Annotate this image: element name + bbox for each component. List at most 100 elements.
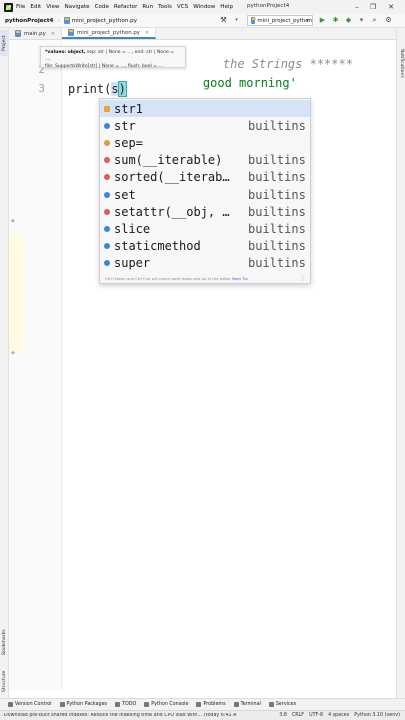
completion-item-source: builtins bbox=[248, 256, 306, 271]
hammer-user-icon[interactable]: ⚒ bbox=[219, 16, 228, 25]
tab-main-py[interactable]: main.py ✕ bbox=[9, 28, 62, 39]
minimize-icon[interactable]: – bbox=[352, 2, 362, 12]
gear-icon[interactable]: ⚙ bbox=[384, 16, 393, 25]
run-icon[interactable]: ▶ bbox=[318, 16, 327, 25]
completion-item[interactable]: staticmethod builtins bbox=[100, 238, 310, 255]
run-configuration-select[interactable]: mini_project_python ▾ bbox=[247, 15, 313, 26]
fold-marker-icon[interactable]: ◆ bbox=[11, 350, 15, 356]
completion-popup: str1 str builtins sep= sum(__iterable) builti… bbox=[99, 98, 311, 284]
completion-item[interactable]: setattr(__obj, … builtins bbox=[100, 203, 310, 220]
line-separator[interactable]: CRLF bbox=[292, 713, 304, 718]
dropdown-caret-icon[interactable]: ▾ bbox=[232, 16, 241, 25]
tab-mini-project-python[interactable]: mini_project_python.py ✕ bbox=[62, 28, 157, 39]
indent-setting[interactable]: 4 spaces bbox=[328, 713, 349, 718]
breadcrumb-file[interactable]: mini_project_python.py bbox=[72, 18, 137, 24]
var-kind-icon bbox=[104, 105, 110, 112]
menu-tools[interactable]: Tools bbox=[158, 4, 172, 10]
close-window-icon[interactable]: ✕ bbox=[386, 2, 396, 12]
more-options-icon[interactable]: ⋮ bbox=[300, 273, 306, 284]
fn-kind-icon bbox=[104, 157, 110, 164]
completion-item[interactable]: sorted(__iterab… builtins bbox=[100, 169, 310, 186]
completion-item[interactable]: str1 bbox=[100, 100, 310, 117]
status-message[interactable]: Download pre-built shared indexes: Reduc… bbox=[4, 713, 279, 718]
completion-item-name: slice bbox=[114, 221, 151, 236]
notifications-tool-tab[interactable]: Notifications bbox=[397, 42, 405, 84]
completion-item[interactable]: slice builtins bbox=[100, 220, 310, 237]
tool-label: Python Packages bbox=[66, 702, 108, 707]
completion-item-source: builtins bbox=[248, 153, 306, 168]
tool-label: Problems bbox=[203, 702, 226, 707]
python-packages-button[interactable]: Python Packages bbox=[59, 702, 108, 707]
menu-window[interactable]: Window bbox=[193, 4, 215, 10]
menu-vcs[interactable]: VCS bbox=[177, 4, 188, 10]
close-tab-icon[interactable]: ✕ bbox=[145, 30, 149, 36]
list-icon bbox=[115, 702, 121, 707]
chevron-down-icon: ▾ bbox=[305, 17, 309, 24]
project-tool-tab[interactable]: Project bbox=[0, 30, 9, 56]
caret-position[interactable]: 3:8 bbox=[279, 713, 287, 718]
completion-item[interactable]: str builtins bbox=[100, 117, 310, 134]
fold-marker-icon[interactable]: ◆ bbox=[11, 218, 15, 224]
pycharm-logo-icon bbox=[4, 2, 13, 12]
completion-item[interactable]: sep= bbox=[100, 134, 310, 151]
menu-refactor[interactable]: Refactor bbox=[114, 4, 137, 10]
run-config-label: mini_project_python bbox=[257, 17, 312, 24]
services-icon bbox=[268, 702, 274, 707]
completion-item-name: sum(__iterable) bbox=[114, 153, 223, 168]
completion-item-name: str1 bbox=[114, 101, 143, 116]
menu-run[interactable]: Run bbox=[142, 4, 153, 10]
structure-tool-tab[interactable]: Structure bbox=[0, 666, 9, 696]
close-tab-icon[interactable]: ✕ bbox=[51, 31, 55, 37]
right-tool-strip: Notifications bbox=[396, 28, 405, 698]
menu-help[interactable]: Help bbox=[220, 4, 233, 10]
python-console-button[interactable]: Python Console bbox=[144, 702, 188, 707]
tool-label: Services bbox=[275, 702, 297, 707]
completion-item-name: sep= bbox=[114, 135, 143, 150]
tab-label: mini_project_python.py bbox=[77, 29, 140, 36]
menu-code[interactable]: Code bbox=[95, 4, 109, 10]
menu-navigate[interactable]: Navigate bbox=[65, 4, 90, 10]
next-tip-link[interactable]: Next Tip bbox=[232, 276, 248, 281]
breadcrumb-project[interactable]: pythonProject4 bbox=[5, 18, 53, 24]
completion-item[interactable]: sum(__iterable) builtins bbox=[100, 152, 310, 169]
bookmarks-tool-tab[interactable]: Bookmarks bbox=[0, 624, 9, 660]
python-interpreter[interactable]: Python 3.10 (venv) bbox=[354, 713, 400, 718]
completion-item[interactable]: super builtins bbox=[100, 255, 310, 272]
param-current: *values: object, bbox=[45, 50, 86, 55]
tool-label: Version Control bbox=[15, 702, 52, 707]
services-button[interactable]: Services bbox=[268, 702, 297, 707]
todo-button[interactable]: TODO bbox=[115, 702, 136, 707]
cls-kind-icon bbox=[104, 122, 110, 129]
coverage-icon[interactable]: ◆ bbox=[344, 16, 353, 25]
line-number: 3 bbox=[38, 82, 45, 95]
completion-item[interactable]: set builtins bbox=[100, 186, 310, 203]
restore-icon[interactable]: ❐ bbox=[368, 2, 378, 12]
breadcrumb: pythonProject4 › mini_project_python.py bbox=[5, 17, 137, 24]
menu-edit[interactable]: Edit bbox=[30, 4, 41, 10]
fn-kind-icon bbox=[104, 208, 110, 215]
debug-icon[interactable]: ✱ bbox=[331, 16, 340, 25]
more-run-icon[interactable]: ▾ bbox=[357, 16, 366, 25]
completion-item-source: builtins bbox=[248, 221, 306, 236]
version-control-button[interactable]: Version Control bbox=[8, 702, 52, 707]
cls-kind-icon bbox=[104, 225, 110, 232]
terminal-button[interactable]: Terminal bbox=[233, 702, 261, 707]
menu-view[interactable]: View bbox=[46, 4, 59, 10]
tool-label: Python Console bbox=[151, 702, 189, 707]
search-icon[interactable]: ⌕ bbox=[370, 16, 379, 25]
completion-item-name: setattr(__obj, … bbox=[114, 204, 230, 219]
tool-label: Terminal bbox=[240, 702, 261, 707]
status-bar: Download pre-built shared indexes: Reduc… bbox=[0, 710, 405, 720]
window-title: pythonProject4 bbox=[247, 3, 290, 9]
typed-text: s bbox=[111, 82, 119, 96]
file-encoding[interactable]: UTF-8 bbox=[309, 713, 323, 718]
python-file-icon bbox=[251, 17, 257, 24]
gutter-highlight bbox=[9, 236, 23, 350]
fn-kind-icon bbox=[104, 174, 110, 181]
warning-icon bbox=[196, 702, 202, 707]
menu-file[interactable]: File bbox=[16, 4, 25, 10]
param-line-1: *values: object, sep: str | None = ..., … bbox=[45, 49, 181, 63]
problems-button[interactable]: Problems bbox=[196, 702, 226, 707]
tool-window-bar: Version Control Python Packages TODO Pyt… bbox=[0, 698, 405, 710]
param-line-2: file: SupportsWrite[str] | None = ..., f… bbox=[45, 64, 163, 69]
